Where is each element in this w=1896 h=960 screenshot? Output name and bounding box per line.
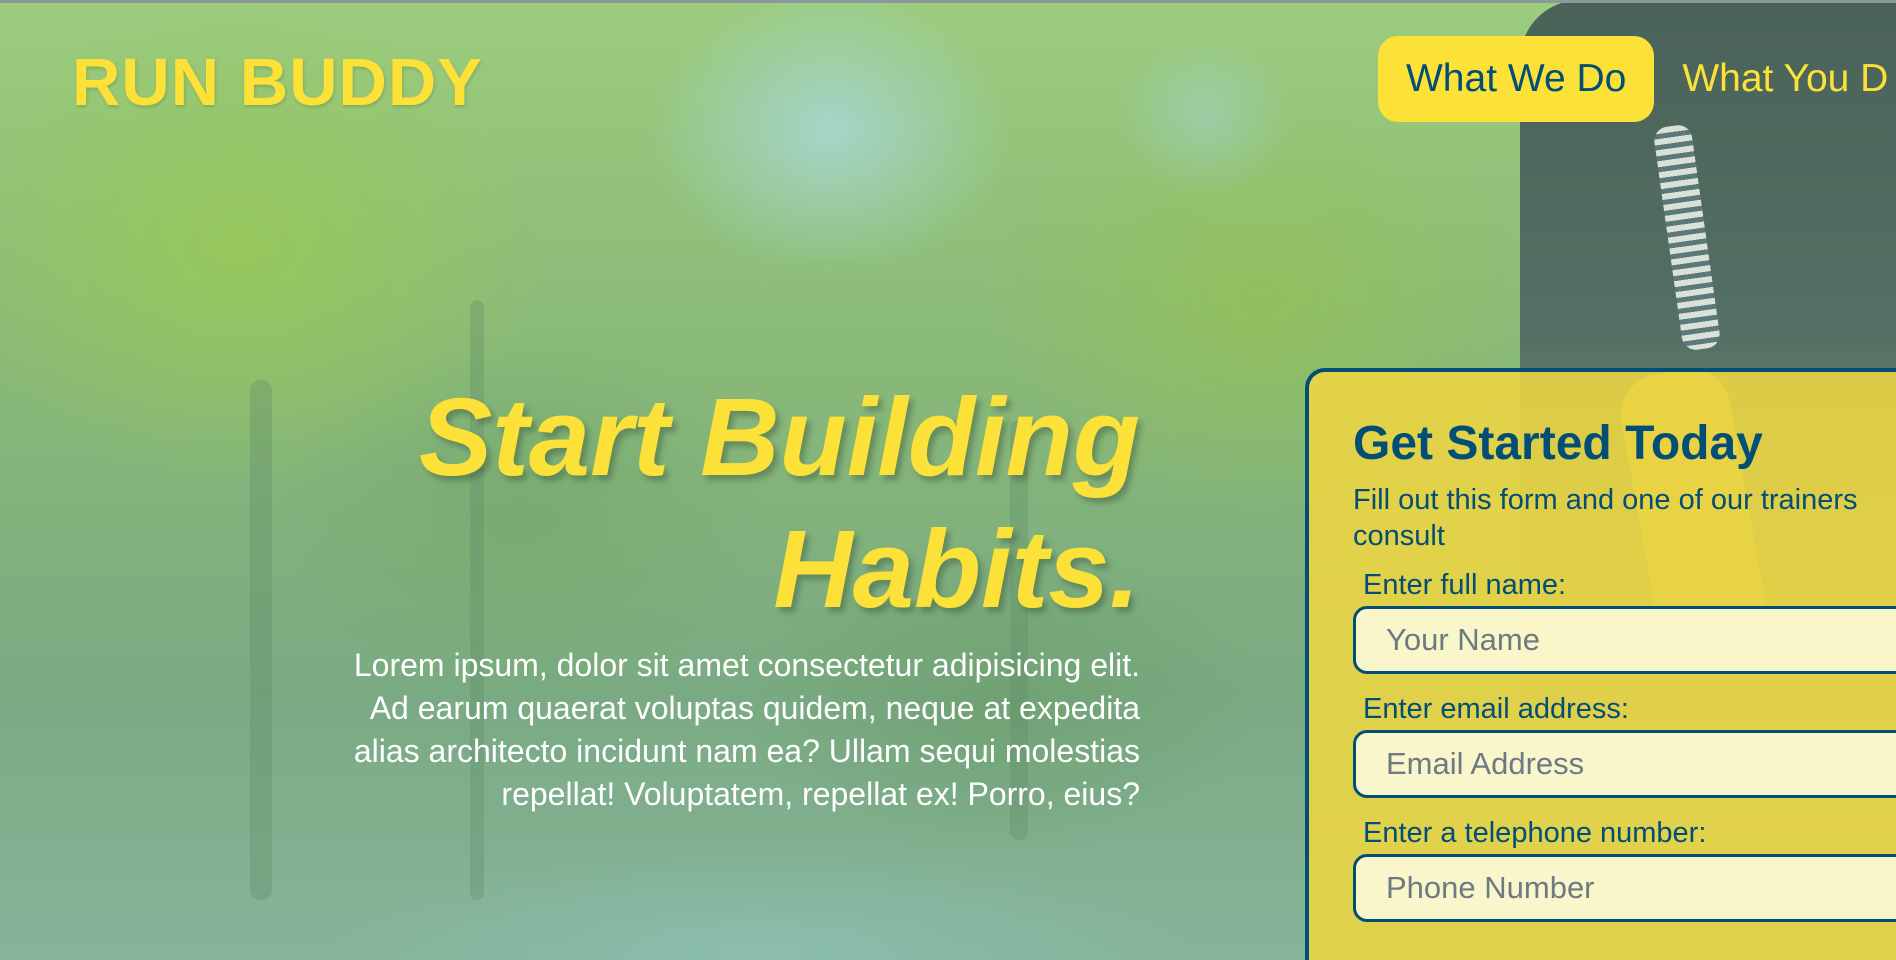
hero-title-line: Start Building [418,376,1140,499]
main-nav: What We Do What You D [1378,36,1892,122]
nav-link-what-you-do[interactable]: What You D [1678,57,1892,101]
email-field-label: Enter email address: [1363,693,1629,725]
name-input[interactable] [1353,606,1896,674]
hero-title: Start Building Habits. [240,372,1140,636]
nav-link-what-we-do[interactable]: What We Do [1378,36,1655,122]
window-top-border [0,0,1896,3]
email-input[interactable] [1353,730,1896,798]
name-field-label: Enter full name: [1363,569,1567,601]
phone-field-group: Enter a telephone number: [1353,816,1896,922]
phone-field-label: Enter a telephone number: [1363,817,1707,849]
form-description: Fill out this form and one of our traine… [1353,484,1858,552]
form-title: Get Started Today [1353,417,1763,470]
hero-title-line: Habits. [773,508,1140,631]
signup-form-card: Get Started Today Fill out this form and… [1305,368,1896,960]
email-field-group: Enter email address: [1353,692,1896,798]
hero-section: Start Building Habits. Lorem ipsum, dolo… [240,372,1140,816]
hero-description: Lorem ipsum, dolor sit amet consectetur … [353,647,1140,812]
site-logo[interactable]: RUN BUDDY [72,44,483,121]
phone-input[interactable] [1353,854,1896,922]
name-field-group: Enter full name: [1353,568,1896,674]
